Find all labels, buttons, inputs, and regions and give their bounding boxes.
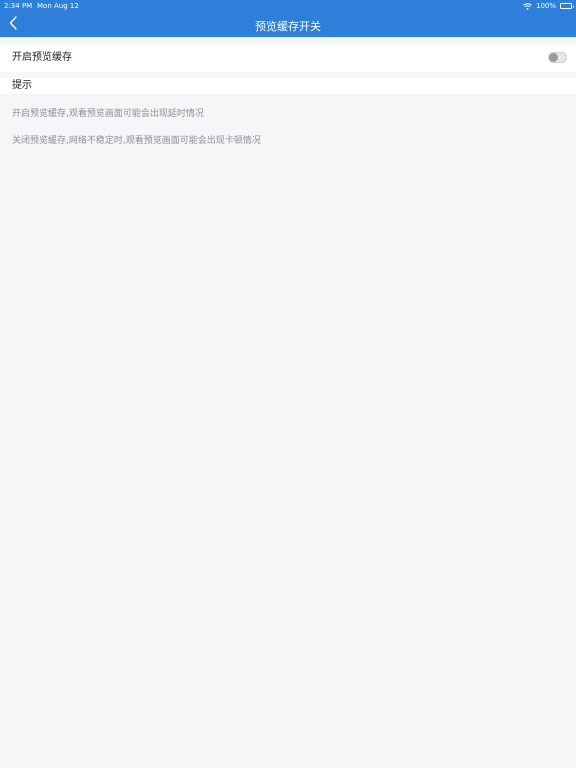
page-title: 预览缓存开关 (255, 20, 321, 33)
status-date: Mon Aug 12 (37, 2, 79, 10)
status-time: 2:34 PM (4, 2, 33, 10)
preview-cache-setting-row: 开启预览缓存 (0, 44, 576, 72)
hint-section-header: 提示 (0, 78, 576, 94)
hint-title: 提示 (12, 80, 32, 91)
status-bar: 2:34 PM Mon Aug 12 100% (0, 0, 576, 12)
battery-icon (560, 3, 574, 9)
preview-cache-toggle[interactable] (548, 52, 567, 63)
battery-percentage: 100% (535, 2, 556, 10)
toggle-knob (549, 53, 558, 62)
hint-text-enable: 开启预览缓存,观看预览画面可能会出现延时情况 (12, 109, 204, 119)
wifi-icon (523, 2, 532, 10)
preview-cache-label: 开启预览缓存 (12, 52, 72, 63)
hint-text-disable: 关闭预览缓存,网络不稳定时,观看预览画面可能会出现卡顿情况 (12, 136, 261, 146)
status-indicators: 100% (523, 0, 574, 12)
navigation-header: 2:34 PM Mon Aug 12 100% 预览缓存开关 (0, 0, 576, 37)
